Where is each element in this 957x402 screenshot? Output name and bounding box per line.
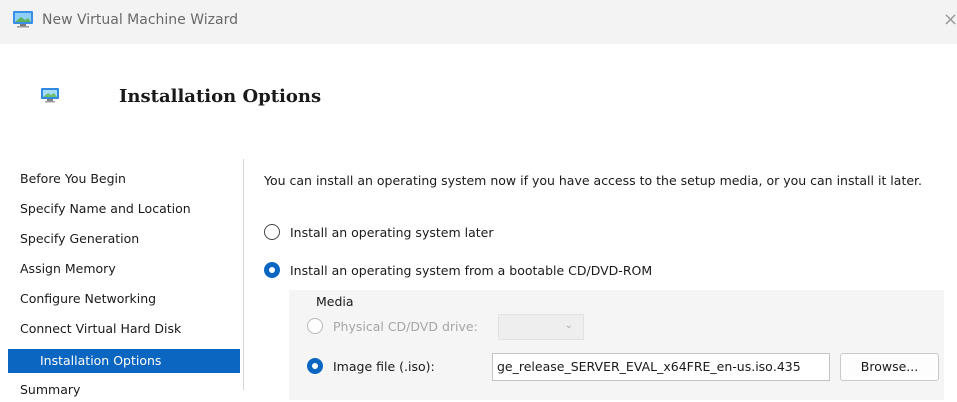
window-title: New Virtual Machine Wizard (42, 12, 238, 28)
physical-drive-dropdown: ⌄ (498, 314, 584, 340)
option-install-later[interactable]: Install an operating system later (264, 222, 493, 242)
media-group: Media Physical CD/DVD drive: ⌄ Image fil… (289, 290, 944, 400)
nav-item-configure-networking[interactable]: Configure Networking (8, 287, 240, 311)
image-file-path-input[interactable]: 435.ge_release_SERVER_EVAL_x64FRE_en-us.… (492, 353, 830, 381)
physical-drive-label: Physical CD/DVD drive: (333, 318, 478, 334)
nav-item-installation-options[interactable]: Installation Options (8, 349, 240, 373)
radio-image-file[interactable] (307, 358, 323, 374)
intro-text: You can install an operating system now … (264, 173, 923, 188)
nav-item-specify-generation[interactable]: Specify Generation (8, 227, 240, 251)
physical-drive-option: Physical CD/DVD drive: (307, 318, 478, 334)
image-file-label: Image file (.iso): (333, 358, 435, 374)
radio-install-from-cd[interactable] (264, 262, 280, 278)
page-title: Installation Options (119, 86, 322, 107)
wizard-steps-nav: Before You Begin Specify Name and Locati… (0, 159, 242, 397)
monitor-icon (41, 88, 59, 103)
option-install-later-label: Install an operating system later (290, 224, 494, 240)
chevron-down-icon: ⌄ (564, 320, 573, 331)
image-file-option[interactable]: Image file (.iso): (307, 358, 435, 374)
installation-options-panel: You can install an operating system now … (264, 172, 944, 400)
nav-item-specify-name-and-location[interactable]: Specify Name and Location (8, 197, 240, 221)
nav-item-connect-virtual-hard-disk[interactable]: Connect Virtual Hard Disk (8, 317, 240, 341)
nav-item-summary[interactable]: Summary (8, 378, 240, 402)
close-icon[interactable]: × (943, 10, 957, 30)
radio-physical-drive (307, 318, 323, 334)
nav-item-assign-memory[interactable]: Assign Memory (8, 257, 240, 281)
title-bar: New Virtual Machine Wizard × (0, 0, 957, 44)
radio-install-later[interactable] (264, 224, 280, 240)
virtual-machine-icon (13, 11, 33, 28)
option-install-from-cd[interactable]: Install an operating system from a boota… (264, 260, 652, 280)
option-install-from-cd-label: Install an operating system from a boota… (290, 262, 653, 278)
browse-button[interactable]: Browse... (840, 353, 939, 381)
media-group-label: Media (316, 294, 354, 309)
nav-divider (243, 159, 244, 390)
nav-item-before-you-begin[interactable]: Before You Begin (8, 167, 240, 191)
